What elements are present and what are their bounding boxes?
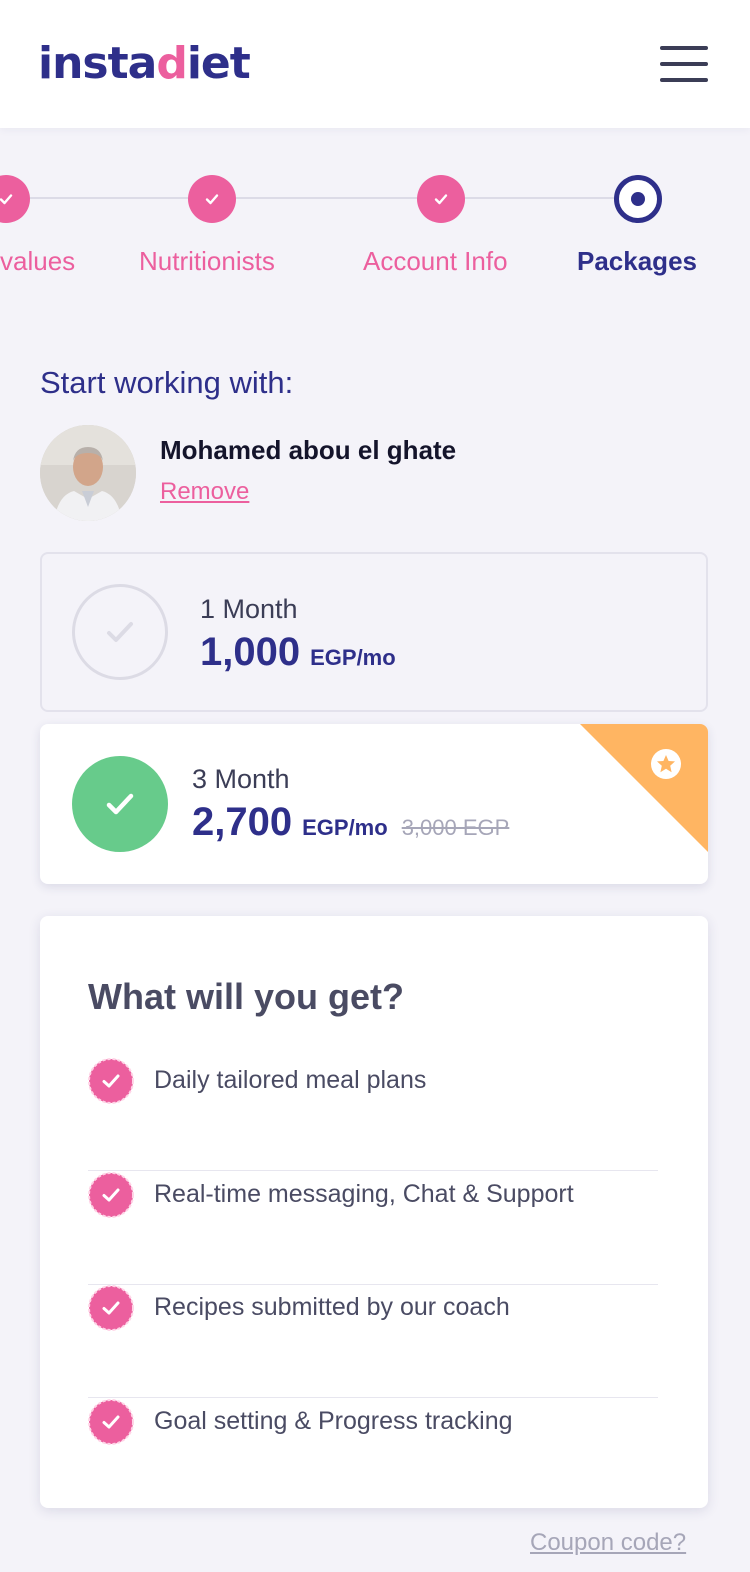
- remove-nutritionist-link[interactable]: Remove: [160, 476, 249, 508]
- benefits-card: What will you get? Daily tailored meal p…: [40, 916, 708, 1508]
- unchecked-radio-icon[interactable]: [72, 584, 168, 680]
- app-header: instadiet: [0, 0, 750, 128]
- plan-option-3-month[interactable]: 3 Month 2,700 EGP/mo 3,000 EGP: [40, 724, 708, 884]
- plan-old-price: 3,000 EGP: [401, 815, 510, 840]
- plan-price: 2,700 EGP/mo 3,000 EGP: [192, 798, 509, 852]
- check-badge-icon: [88, 1172, 134, 1218]
- start-working-title: Start working with:: [40, 365, 294, 400]
- benefit-item: Goal setting & Progress tracking: [88, 1399, 658, 1512]
- benefit-text: Goal setting & Progress tracking: [154, 1407, 513, 1435]
- hamburger-menu-icon[interactable]: [656, 44, 710, 84]
- plan-price: 1,000 EGP/mo: [200, 628, 396, 682]
- step-label-account-info[interactable]: Account Info: [363, 244, 508, 278]
- star-icon: [651, 749, 681, 779]
- stepper-connector: [234, 197, 418, 199]
- nutritionist-avatar: [40, 425, 136, 521]
- instadiet-logo[interactable]: instadiet: [38, 36, 251, 92]
- check-badge-icon: [88, 1285, 134, 1331]
- step-values-check-icon[interactable]: [0, 175, 30, 223]
- plan-option-1-month[interactable]: 1 Month 1,000 EGP/mo: [40, 552, 708, 712]
- benefit-item: Recipes submitted by our coach: [88, 1285, 658, 1398]
- step-label-values[interactable]: values: [0, 244, 75, 278]
- stepper-connector: [464, 197, 616, 199]
- benefit-text: Recipes submitted by our coach: [154, 1293, 510, 1321]
- benefit-text: Daily tailored meal plans: [154, 1066, 427, 1094]
- benefit-text: Real-time messaging, Chat & Support: [154, 1180, 574, 1208]
- plan-price-amount: 1,000: [200, 630, 301, 674]
- step-packages-current-icon[interactable]: [614, 175, 662, 223]
- stepper-connector: [28, 197, 190, 199]
- coupon-code-link[interactable]: Coupon code?: [530, 1527, 686, 1559]
- plan-price-amount: 2,700: [192, 800, 293, 844]
- checked-radio-icon[interactable]: [72, 756, 168, 852]
- benefit-item: Real-time messaging, Chat & Support: [88, 1172, 658, 1285]
- nutritionist-name: Mohamed abou el ghate: [160, 435, 457, 465]
- benefit-item: Daily tailored meal plans: [88, 1058, 658, 1171]
- check-badge-icon: [88, 1399, 134, 1445]
- step-label-packages[interactable]: Packages: [577, 244, 697, 278]
- plan-price-unit: EGP/mo: [310, 645, 396, 670]
- benefits-title: What will you get?: [88, 976, 404, 1017]
- step-nutritionists-check-icon[interactable]: [188, 175, 236, 223]
- best-value-ribbon: [578, 724, 708, 854]
- plan-duration: 3 Month: [192, 764, 290, 794]
- step-account-info-check-icon[interactable]: [417, 175, 465, 223]
- step-label-nutritionists[interactable]: Nutritionists: [139, 244, 275, 278]
- plan-duration: 1 Month: [200, 594, 298, 624]
- check-badge-icon: [88, 1058, 134, 1104]
- plan-price-unit: EGP/mo: [302, 815, 388, 840]
